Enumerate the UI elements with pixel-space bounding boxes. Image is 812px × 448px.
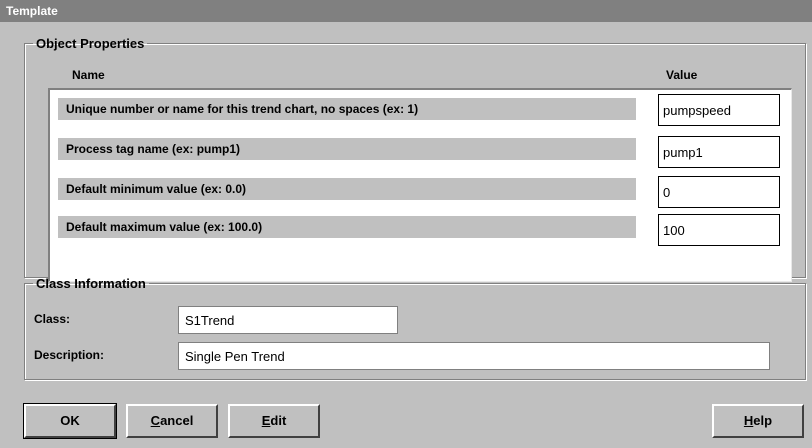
- window-title: Template: [0, 0, 812, 22]
- property-label-tag-name: Process tag name (ex: pump1): [58, 138, 636, 160]
- property-value-min-value[interactable]: [658, 176, 780, 208]
- ok-button[interactable]: OK: [23, 403, 117, 439]
- properties-panel: Unique number or name for this trend cha…: [48, 88, 792, 282]
- property-value-tag-name[interactable]: [658, 136, 780, 168]
- property-label-unique-name: Unique number or name for this trend cha…: [58, 98, 636, 120]
- cancel-label: ancel: [160, 413, 194, 428]
- property-value-unique-name[interactable]: [658, 94, 780, 126]
- help-label: elp: [753, 413, 773, 428]
- object-properties-legend: Object Properties: [36, 36, 145, 51]
- help-button[interactable]: Help: [712, 404, 804, 438]
- edit-label: dit: [270, 413, 287, 428]
- class-information-legend: Class Information: [36, 276, 146, 291]
- cancel-button[interactable]: Cancel: [126, 404, 218, 438]
- cancel-mnemonic: C: [150, 413, 161, 428]
- edit-button[interactable]: Edit: [228, 404, 320, 438]
- description-field[interactable]: [178, 342, 770, 370]
- property-label-min-value: Default minimum value (ex: 0.0): [58, 178, 636, 200]
- class-label: Class:: [34, 312, 71, 326]
- property-value-max-value[interactable]: [658, 214, 780, 246]
- class-field[interactable]: [178, 306, 398, 334]
- property-label-max-value: Default maximum value (ex: 100.0): [58, 216, 636, 238]
- value-column-header: Value: [666, 68, 698, 82]
- help-mnemonic: H: [743, 413, 754, 428]
- description-label: Description:: [34, 348, 105, 362]
- name-column-header: Name: [72, 68, 105, 82]
- template-dialog: Object Properties Name Value Unique numb…: [0, 22, 812, 448]
